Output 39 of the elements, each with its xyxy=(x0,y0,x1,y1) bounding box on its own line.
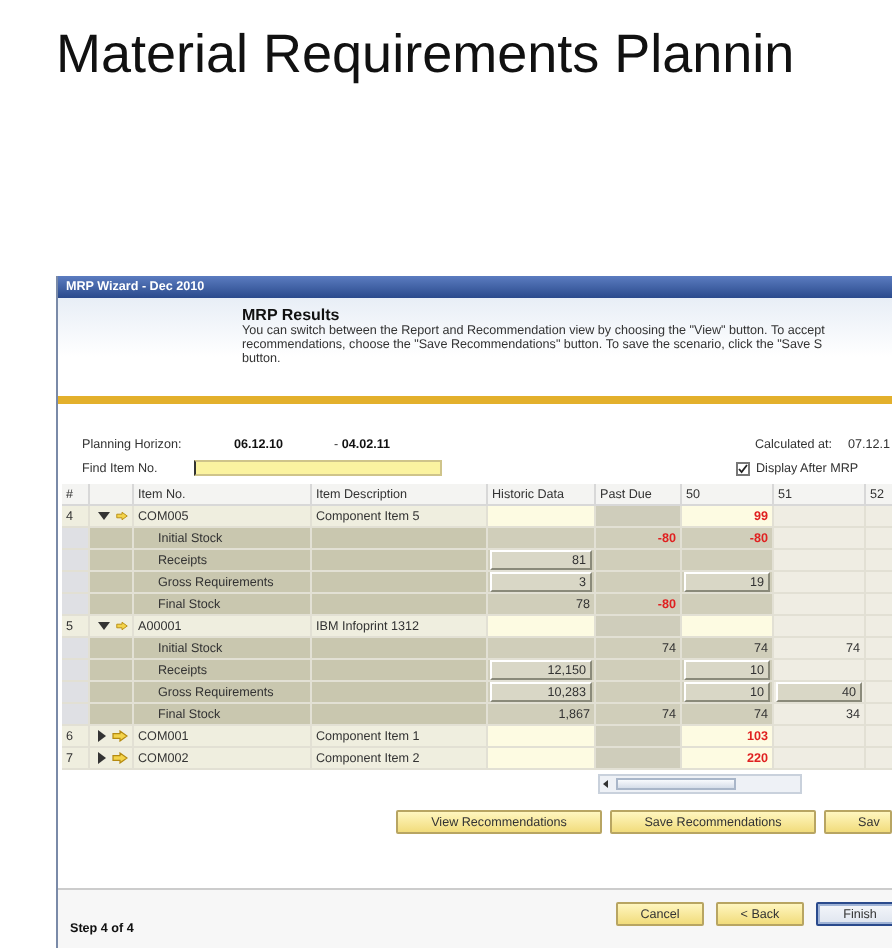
table-cell xyxy=(774,748,866,770)
table-cell xyxy=(596,748,682,770)
table-cell xyxy=(774,726,866,748)
table-cell xyxy=(62,528,90,550)
table-cell xyxy=(488,748,596,770)
scroll-left-icon[interactable] xyxy=(600,778,612,790)
table-cell xyxy=(62,550,90,572)
table-cell xyxy=(596,726,682,748)
table-cell xyxy=(62,638,90,660)
table-cell xyxy=(488,506,596,528)
scrollbar[interactable] xyxy=(598,774,802,794)
arrow-icon xyxy=(116,620,128,632)
table-cell xyxy=(62,594,90,616)
table-cell xyxy=(90,572,134,594)
table-cell xyxy=(62,572,90,594)
search-field[interactable] xyxy=(193,460,442,476)
table-cell xyxy=(774,528,866,550)
table-cell xyxy=(774,550,866,572)
table-cell xyxy=(90,682,134,704)
scrollbar-thumb[interactable] xyxy=(616,778,736,790)
table-cell xyxy=(596,616,682,638)
table-cell xyxy=(62,682,90,704)
table-cell xyxy=(62,704,90,726)
table-cell xyxy=(774,616,866,638)
table-cell xyxy=(774,506,866,528)
page-title: Material Requirements Plannin xyxy=(56,24,795,86)
checkbox[interactable] xyxy=(736,461,750,475)
table-cell xyxy=(866,506,892,528)
table-cell xyxy=(682,616,774,638)
table-cell xyxy=(774,594,866,616)
arrow-icon xyxy=(116,510,128,522)
table-cell xyxy=(488,726,596,748)
table-cell xyxy=(90,660,134,682)
table-cell xyxy=(596,506,682,528)
table-cell xyxy=(488,616,596,638)
table-cell xyxy=(62,660,90,682)
table-cell xyxy=(866,748,892,770)
results-title: MRP Results xyxy=(242,306,340,324)
table-cell xyxy=(90,550,134,572)
